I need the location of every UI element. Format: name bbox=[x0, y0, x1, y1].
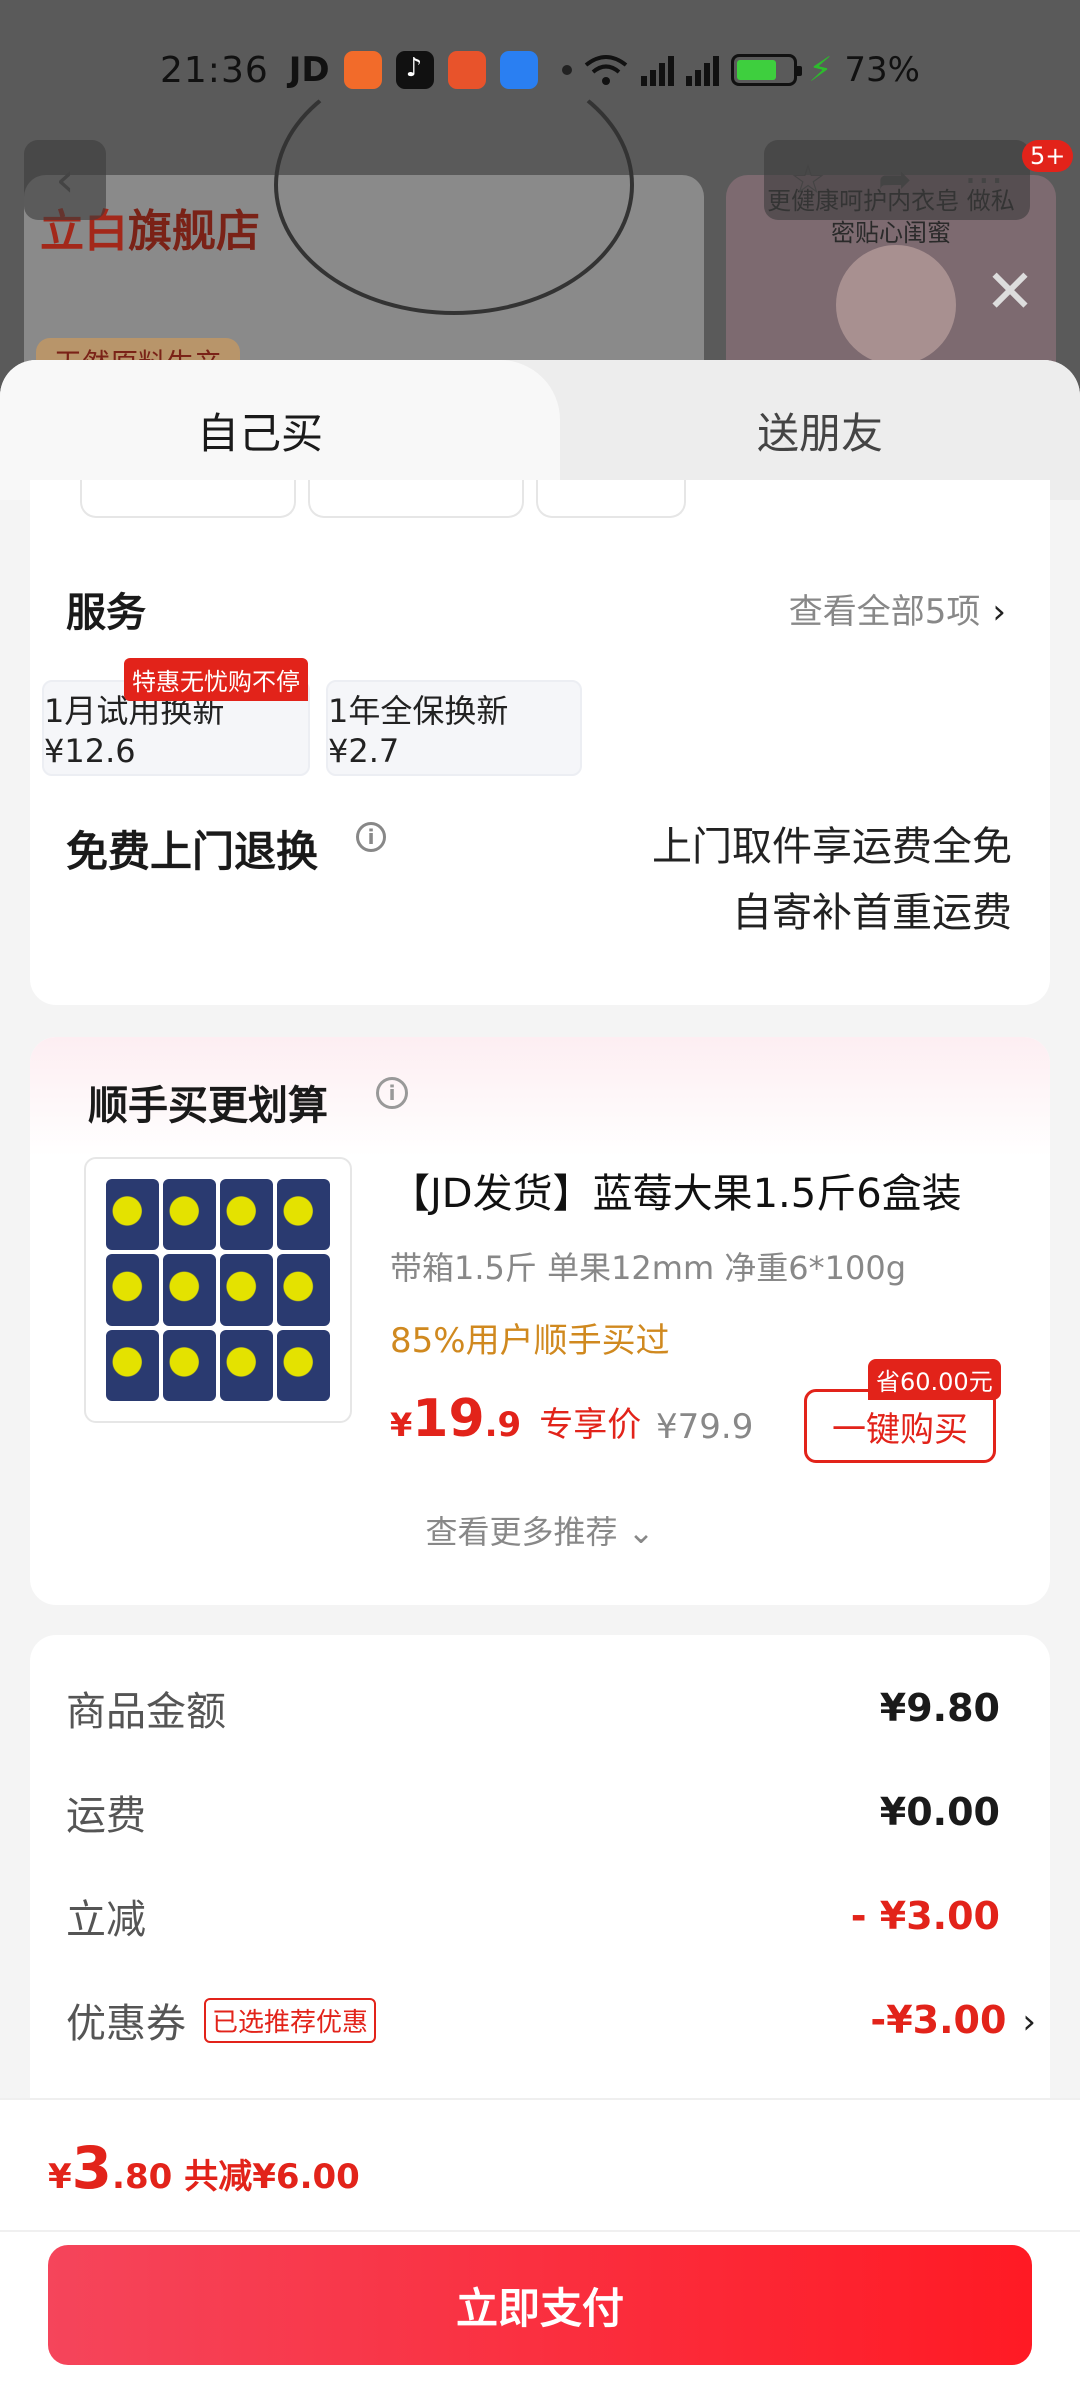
service-view-all[interactable]: 查看全部5项 › bbox=[789, 584, 1006, 633]
option-chip[interactable] bbox=[80, 480, 296, 518]
more-icon[interactable]: ⋯ bbox=[964, 157, 1004, 203]
option-chip[interactable] bbox=[536, 480, 686, 518]
more-recommendations-link[interactable]: 查看更多推荐 ⌄ bbox=[30, 1507, 1050, 1553]
summary-value: - ¥3.00 bbox=[850, 1894, 1000, 1938]
price-int: 19 bbox=[412, 1389, 485, 1449]
product-price: ¥19.9 专享价 bbox=[390, 1389, 641, 1449]
service-more-label: 查看全部5项 bbox=[788, 592, 981, 632]
battery-percent: 73% bbox=[844, 50, 920, 90]
tiktok-notification-icon bbox=[395, 51, 434, 89]
product-spec: 带箱1.5斤 单果12mm 净重6*100g bbox=[390, 1249, 907, 1287]
tab-send-to-friend[interactable]: 送朋友 bbox=[560, 400, 1080, 461]
summary-value: ¥0.00 bbox=[879, 1790, 1000, 1834]
share-icon[interactable]: ➦ bbox=[878, 157, 912, 203]
free-return-title: 免费上门退换 bbox=[66, 827, 319, 876]
total-discount: 共减¥6.00 bbox=[184, 2157, 360, 2197]
purchase-tabs: 自己买 送朋友 bbox=[0, 360, 1080, 500]
charging-icon: ⚡ bbox=[808, 50, 833, 90]
product-name[interactable]: 【JD发货】蓝莓大果1.5斤6盒装 bbox=[390, 1161, 962, 1219]
service-card: 服务 查看全部5项 › 1月试用换新 ¥12.6 特惠无忧购不停 1年全保换新 ¥… bbox=[30, 480, 1050, 1005]
ad-image bbox=[836, 245, 956, 365]
price-dec: .9 bbox=[484, 1405, 522, 1445]
free-return-description: 上门取件享运费全免 自寄补首重运费 bbox=[652, 814, 1012, 946]
product-popularity: 85%用户顺手买过 bbox=[390, 1321, 670, 1361]
product-image[interactable] bbox=[84, 1157, 352, 1423]
bundle-card: 顺手买更划算 i 【JD发货】蓝莓大果1.5斤6盒装 带箱1.5斤 单果12mm… bbox=[30, 1037, 1050, 1605]
original-price: ¥79.9 bbox=[656, 1407, 754, 1447]
signal-icon bbox=[640, 54, 674, 86]
free-return-line1: 上门取件享运费全免 bbox=[652, 824, 1012, 870]
sheet-content[interactable]: 服务 查看全部5项 › 1月试用换新 ¥12.6 特惠无忧购不停 1年全保换新 ¥… bbox=[0, 480, 1080, 2235]
back-button[interactable]: ‹ bbox=[24, 140, 106, 220]
checkout-sheet: 自己买 送朋友 服务 查看全部5项 › 1月试用换新 ¥12.6 特惠无忧购不停 … bbox=[0, 360, 1080, 2400]
option-chip[interactable] bbox=[308, 480, 524, 518]
summary-label: 运费 bbox=[66, 1793, 146, 1839]
summary-row-subtotal: 商品金额 ¥9.80 bbox=[66, 1679, 1000, 1737]
summary-label: 商品金额 bbox=[66, 1689, 226, 1735]
price-label: 专享价 bbox=[539, 1405, 642, 1445]
summary-row-discount: 立减 - ¥3.00 bbox=[66, 1887, 1000, 1945]
summary-row-shipping: 运费 ¥0.00 bbox=[66, 1783, 1000, 1841]
price-yen: ¥ bbox=[390, 1406, 413, 1444]
total-dec: .80 bbox=[112, 2157, 173, 2197]
signal-icon bbox=[685, 54, 719, 86]
service-title: 服务 bbox=[66, 590, 146, 636]
total-yen: ¥ bbox=[48, 2157, 72, 2197]
status-time: 21:36 bbox=[160, 49, 269, 91]
service-chip-label: 1年全保换新 ¥2.7 bbox=[328, 692, 509, 770]
coupon-label-group: 优惠券 已选推荐优惠 bbox=[66, 1991, 377, 2049]
store-name: 旗舰店 bbox=[128, 206, 260, 257]
bundle-title: 顺手买更划算 bbox=[88, 1083, 328, 1129]
free-return-line2: 自寄补首重运费 bbox=[732, 890, 1012, 936]
service-chip-tag: 特惠无忧购不停 bbox=[124, 658, 308, 701]
tab-buy-for-self[interactable]: 自己买 bbox=[0, 400, 520, 461]
more-notifications-dot-icon bbox=[561, 65, 572, 75]
service-chip-trial-exchange[interactable]: 1月试用换新 ¥12.6 特惠无忧购不停 bbox=[42, 658, 310, 776]
search-app-notification-icon bbox=[499, 51, 538, 89]
summary-value: ¥9.80 bbox=[879, 1686, 1000, 1730]
back-arrow-icon: ‹ bbox=[55, 152, 75, 208]
star-icon[interactable]: ☆ bbox=[790, 157, 826, 203]
total-int: 3 bbox=[71, 2134, 113, 2202]
pay-bar: ¥3.80 共减¥6.00 立即支付 bbox=[0, 2098, 1080, 2400]
summary-row-coupon[interactable]: 优惠券 已选推荐优惠 -¥3.00 › bbox=[66, 1991, 1036, 2049]
info-icon[interactable]: i bbox=[356, 822, 386, 852]
info-icon[interactable]: i bbox=[376, 1077, 408, 1109]
service-chip-full-warranty[interactable]: 1年全保换新 ¥2.7 bbox=[326, 680, 582, 776]
pay-now-button[interactable]: 立即支付 bbox=[48, 2245, 1032, 2365]
total-price: ¥3.80 共减¥6.00 bbox=[48, 2134, 360, 2202]
coupon-selected-tag: 已选推荐优惠 bbox=[204, 1997, 377, 2043]
one-click-buy-button[interactable]: 一键购买 bbox=[804, 1389, 996, 1463]
battery-icon bbox=[730, 54, 802, 86]
close-icon[interactable]: ✕ bbox=[980, 262, 1040, 322]
status-carrier: JD bbox=[288, 50, 330, 90]
summary-value: -¥3.00 bbox=[870, 1998, 1007, 2042]
message-badge: 5+ bbox=[1022, 140, 1074, 172]
coupon-value-group: -¥3.00 › bbox=[870, 1998, 1036, 2042]
top-actions: ☆ ➦ ⋯ bbox=[764, 140, 1030, 220]
status-bar: 21:36 JD ⚡ 73% bbox=[0, 0, 1080, 140]
app-notification-icon bbox=[447, 51, 486, 89]
wifi-icon bbox=[584, 55, 627, 85]
summary-label: 优惠券 bbox=[66, 2001, 186, 2047]
summary-label: 立减 bbox=[66, 1897, 146, 1943]
chevron-right-icon: › bbox=[992, 592, 1006, 632]
save-tag: 省60.00元 bbox=[868, 1359, 1001, 1400]
chevron-right-icon: › bbox=[1022, 2002, 1036, 2042]
app-notification-icon bbox=[343, 51, 382, 89]
